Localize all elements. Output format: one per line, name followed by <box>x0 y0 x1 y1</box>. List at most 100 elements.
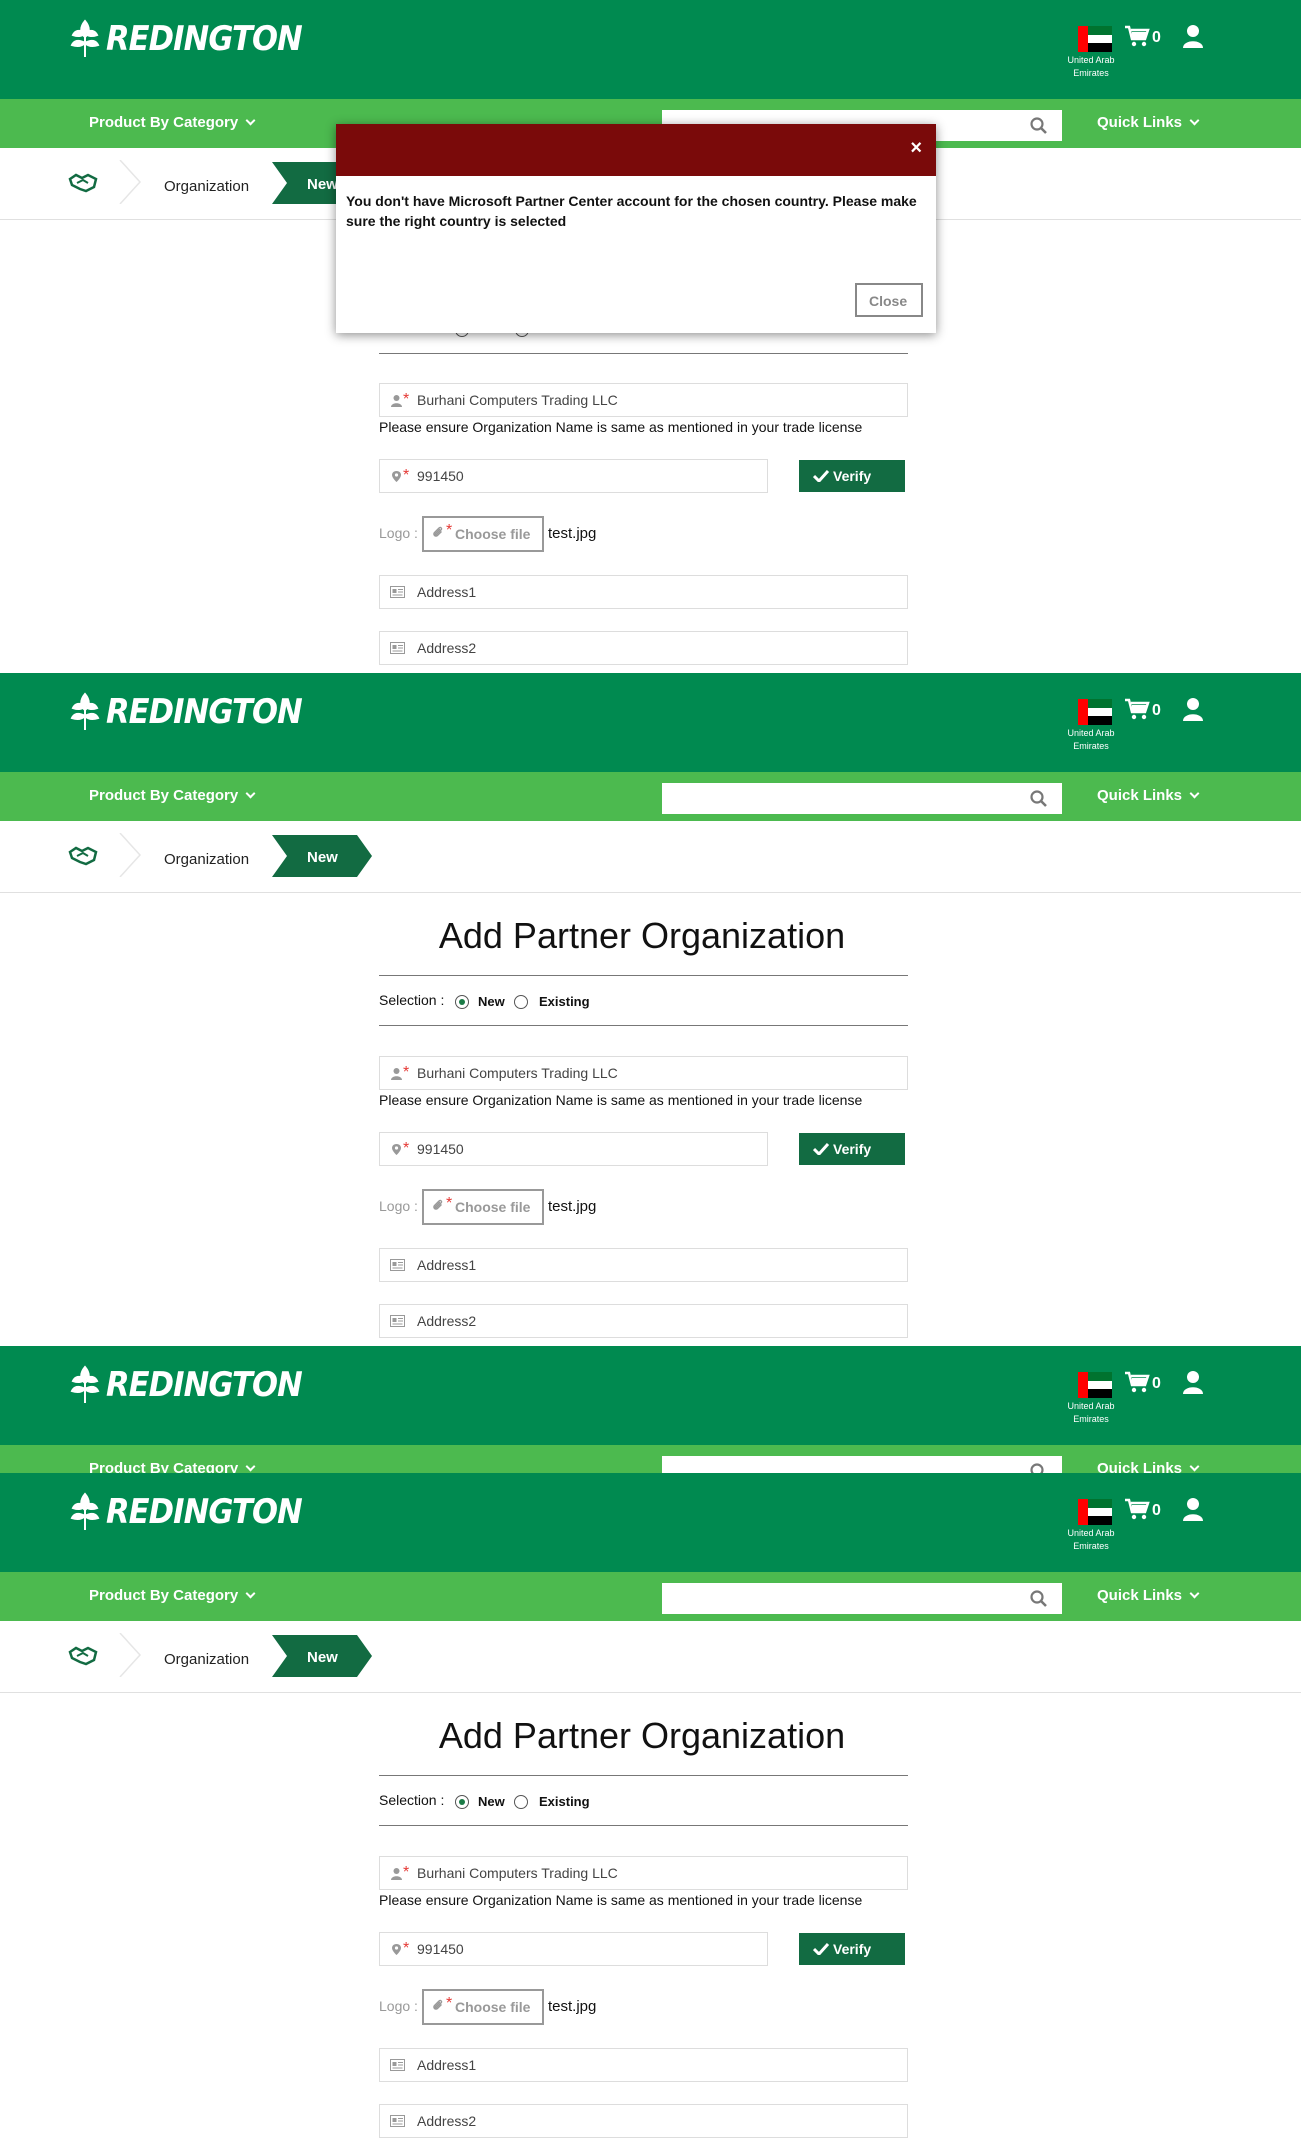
user-icon[interactable] <box>1182 24 1204 48</box>
breadcrumb-item-organization[interactable]: Organization <box>164 851 249 868</box>
breadcrumb-item-new[interactable]: New <box>307 176 338 193</box>
redington-logo[interactable]: REDINGTON <box>70 1491 324 1533</box>
screenshot-frame-1: REDINGTON United Arab Emirates 0 Product… <box>0 0 1301 673</box>
choose-file-label: Choose file <box>455 1199 531 1215</box>
choose-file-label: Choose file <box>455 526 531 542</box>
quick-links-menu[interactable]: Quick Links <box>1097 114 1200 131</box>
search-input[interactable] <box>662 1456 1062 1473</box>
address-card-icon <box>390 2115 405 2127</box>
choose-file-button[interactable]: * Choose file <box>422 1989 544 2025</box>
address1-field[interactable]: Address1 <box>379 1248 908 1282</box>
org-name-field[interactable]: * Burhani Computers Trading LLC <box>379 1856 908 1890</box>
required-mark: * <box>403 1140 410 1157</box>
address1-field[interactable]: Address1 <box>379 2048 908 2082</box>
redington-logo[interactable]: REDINGTON <box>70 1364 324 1406</box>
uae-flag-icon[interactable] <box>1078 699 1112 725</box>
address1-field[interactable]: Address1 <box>379 575 908 609</box>
redington-logo[interactable]: REDINGTON <box>70 18 324 60</box>
product-by-category-menu[interactable]: Product By Category <box>89 1460 256 1473</box>
cart-count: 0 <box>1152 702 1161 719</box>
required-mark: * <box>446 522 453 539</box>
verify-button[interactable]: Verify <box>799 1933 905 1965</box>
uae-flag-icon[interactable] <box>1078 1499 1112 1525</box>
code-field[interactable]: * 991450 <box>379 1132 768 1166</box>
uae-flag-icon[interactable] <box>1078 1372 1112 1398</box>
user-icon[interactable] <box>1182 1370 1204 1394</box>
breadcrumb: Organization New <box>0 1621 1301 1693</box>
choose-file-button[interactable]: * Choose file <box>422 516 544 552</box>
quick-links-menu[interactable]: Quick Links <box>1097 1460 1200 1473</box>
quick-links-menu[interactable]: Quick Links <box>1097 1587 1200 1604</box>
leaf-logo-icon <box>70 19 100 57</box>
radio-existing[interactable] <box>514 995 528 1009</box>
code-field[interactable]: * 991450 <box>379 1932 768 1966</box>
handshake-icon[interactable] <box>68 1644 98 1666</box>
cart-icon[interactable] <box>1124 1370 1150 1394</box>
leaf-logo-icon <box>70 692 100 730</box>
breadcrumb-item-organization[interactable]: Organization <box>164 178 249 195</box>
address1-placeholder: Address1 <box>417 584 477 600</box>
file-name: test.jpg <box>548 1998 597 2015</box>
paperclip-icon <box>433 526 443 537</box>
search-icon[interactable] <box>1030 1590 1048 1608</box>
nav-bar: Product By Category Quick Links <box>0 772 1301 821</box>
radio-existing[interactable] <box>514 1795 528 1809</box>
site-header: REDINGTON United Arab Emirates 0 <box>0 1346 1301 1445</box>
address2-field[interactable]: Address2 <box>379 631 908 665</box>
quick-links-label: Quick Links <box>1097 787 1183 804</box>
uae-flag-icon[interactable] <box>1078 26 1112 52</box>
address-card-icon <box>390 1259 405 1271</box>
breadcrumb-item-organization[interactable]: Organization <box>164 1651 249 1668</box>
leaf-logo-icon <box>70 1365 100 1403</box>
breadcrumb-item-new[interactable]: New <box>307 1649 338 1666</box>
handshake-icon[interactable] <box>68 171 98 193</box>
user-icon[interactable] <box>1182 1497 1204 1521</box>
org-name-value: Burhani Computers Trading LLC <box>417 1065 618 1081</box>
redington-logo[interactable]: REDINGTON <box>70 691 324 733</box>
cart-count: 0 <box>1152 1502 1161 1519</box>
chevron-down-icon <box>245 115 256 126</box>
choose-file-button[interactable]: * Choose file <box>422 1189 544 1225</box>
location-pin-icon <box>392 1944 401 1955</box>
org-name-field[interactable]: * Burhani Computers Trading LLC <box>379 383 908 417</box>
chevron-down-icon <box>1189 1588 1200 1599</box>
required-mark: * <box>403 1064 410 1081</box>
search-input[interactable] <box>662 1583 1062 1614</box>
org-name-value: Burhani Computers Trading LLC <box>417 1865 618 1881</box>
product-by-category-menu[interactable]: Product By Category <box>89 114 256 131</box>
divider <box>379 975 908 976</box>
divider <box>379 353 908 354</box>
product-by-category-menu[interactable]: Product By Category <box>89 787 256 804</box>
handshake-icon[interactable] <box>68 844 98 866</box>
cart-icon[interactable] <box>1124 24 1150 48</box>
product-by-category-menu[interactable]: Product By Category <box>89 1587 256 1604</box>
search-icon[interactable] <box>1030 1463 1048 1473</box>
search-icon[interactable] <box>1030 117 1048 135</box>
address2-field[interactable]: Address2 <box>379 2104 908 2138</box>
cart-count: 0 <box>1152 29 1161 46</box>
modal-close-x-button[interactable]: × <box>910 137 922 160</box>
radio-new[interactable] <box>455 995 469 1009</box>
address1-placeholder: Address1 <box>417 2057 477 2073</box>
address2-field[interactable]: Address2 <box>379 1304 908 1338</box>
verify-button[interactable]: Verify <box>799 1133 905 1165</box>
cart-icon[interactable] <box>1124 1497 1150 1521</box>
logo-label: Logo : <box>379 1198 418 1214</box>
logo-label: Logo : <box>379 525 418 541</box>
org-name-field[interactable]: * Burhani Computers Trading LLC <box>379 1056 908 1090</box>
user-icon[interactable] <box>1182 697 1204 721</box>
modal-close-button[interactable]: Close <box>855 283 923 317</box>
code-field[interactable]: * 991450 <box>379 459 768 493</box>
search-icon[interactable] <box>1030 790 1048 808</box>
breadcrumb-item-new[interactable]: New <box>307 849 338 866</box>
address-card-icon <box>390 642 405 654</box>
leaf-logo-icon <box>70 1492 100 1530</box>
verify-button[interactable]: Verify <box>799 460 905 492</box>
radio-new[interactable] <box>455 1795 469 1809</box>
quick-links-menu[interactable]: Quick Links <box>1097 787 1200 804</box>
product-by-category-label: Product By Category <box>89 787 239 804</box>
search-input[interactable] <box>662 783 1062 814</box>
address-card-icon <box>390 2059 405 2071</box>
country-label: United Arab Emirates <box>1067 1401 1115 1424</box>
cart-icon[interactable] <box>1124 697 1150 721</box>
